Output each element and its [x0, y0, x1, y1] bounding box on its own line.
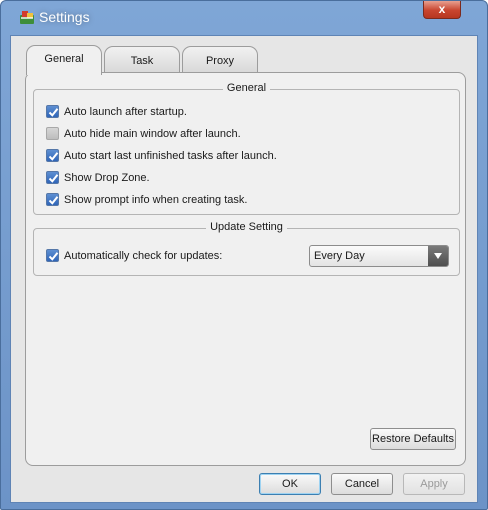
update-group-title: Update Setting — [206, 221, 287, 233]
app-logo-icon — [19, 10, 35, 25]
tab-proxy[interactable]: Proxy — [182, 46, 258, 74]
checkmark-icon — [48, 252, 59, 261]
tab-label: Proxy — [205, 55, 235, 67]
ok-button[interactable]: OK — [259, 473, 321, 495]
cancel-button[interactable]: Cancel — [331, 473, 393, 495]
auto-start-tasks-checkbox[interactable] — [46, 149, 59, 162]
auto-hide-checkbox[interactable] — [46, 127, 59, 140]
checkmark-icon — [48, 196, 59, 205]
general-tab-panel: General Auto launch after startup. Auto … — [25, 72, 466, 466]
close-button[interactable]: x — [423, 1, 461, 19]
tab-label: General — [44, 53, 84, 65]
general-group: General Auto launch after startup. Auto … — [33, 82, 460, 215]
general-group-title: General — [222, 82, 271, 94]
show-prompt-info-label: Show prompt info when creating task. — [64, 194, 248, 206]
settings-window: Settings x General Task Proxy General Au… — [0, 0, 488, 510]
auto-check-updates-label: Automatically check for updates: — [64, 250, 223, 262]
window-title: Settings — [39, 9, 90, 25]
title-bar[interactable]: Settings x — [1, 1, 487, 35]
checkmark-icon — [48, 108, 59, 117]
show-drop-zone-label: Show Drop Zone. — [64, 172, 150, 184]
update-frequency-select[interactable]: Every Day — [309, 245, 449, 267]
restore-defaults-button[interactable]: Restore Defaults — [370, 428, 456, 450]
close-icon: x — [438, 2, 446, 16]
tab-label: Task — [130, 55, 154, 67]
tab-general[interactable]: General — [26, 45, 102, 75]
tab-task[interactable]: Task — [104, 46, 180, 74]
dropdown-arrow-icon[interactable] — [428, 246, 448, 266]
update-frequency-value: Every Day — [314, 250, 365, 262]
auto-hide-label: Auto hide main window after launch. — [64, 128, 241, 140]
settings-client-area: General Task Proxy General Auto launch a… — [10, 35, 478, 503]
auto-launch-checkbox[interactable] — [46, 105, 59, 118]
auto-start-tasks-label: Auto start last unfinished tasks after l… — [64, 150, 277, 162]
auto-check-updates-checkbox[interactable] — [46, 249, 59, 262]
checkmark-icon — [48, 152, 59, 161]
auto-launch-label: Auto launch after startup. — [64, 106, 187, 118]
checkmark-icon — [48, 174, 59, 183]
show-prompt-info-checkbox[interactable] — [46, 193, 59, 206]
update-setting-group: Update Setting Automatically check for u… — [33, 221, 460, 276]
apply-button[interactable]: Apply — [403, 473, 465, 495]
show-drop-zone-checkbox[interactable] — [46, 171, 59, 184]
